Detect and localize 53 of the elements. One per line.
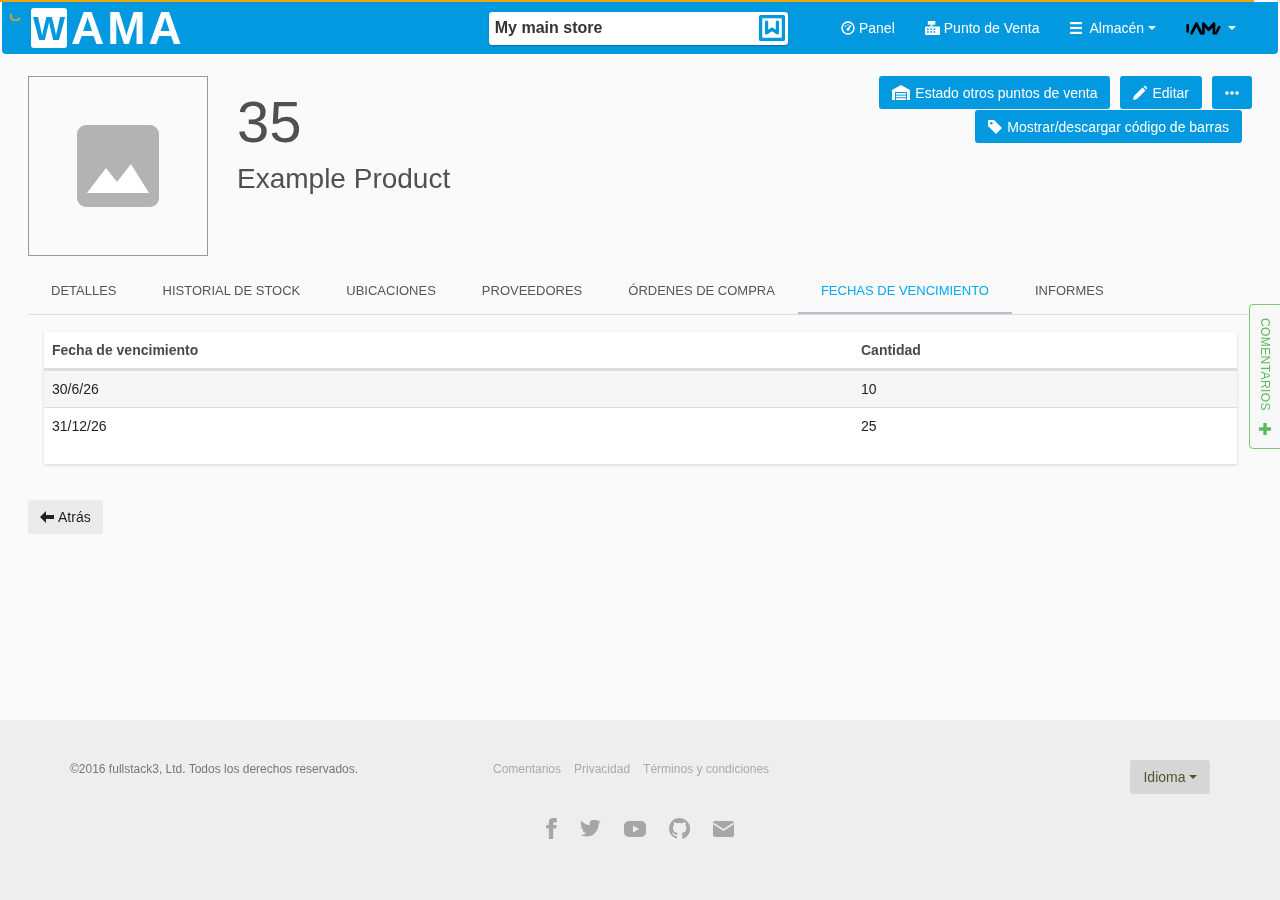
table-cell-text: 25	[860, 417, 878, 436]
nav-link[interactable]: Panel	[840, 20, 895, 36]
store-select[interactable]: My main store	[488, 11, 788, 45]
video-play-icon	[624, 820, 646, 837]
tab[interactable]: FECHAS DE VENCIMIENTO	[797, 270, 1012, 314]
pencil-icon	[1133, 85, 1148, 100]
language-button[interactable]: Idioma	[1130, 760, 1210, 794]
table-cell-text: 31/12/26	[51, 417, 108, 436]
feedback-tab[interactable]: COMENTARIOS	[1249, 304, 1280, 449]
plus-icon	[1259, 422, 1271, 435]
cash-register-icon	[924, 21, 940, 35]
table-header-cell-text: Fecha de vencimiento	[51, 341, 200, 360]
tab[interactable]: INFORMES	[1011, 270, 1127, 314]
logo-icon	[1184, 21, 1222, 35]
footer-link[interactable]: Términos y condiciones	[643, 762, 770, 776]
tab[interactable]: ÓRDENES DE COMPRA	[605, 270, 798, 314]
warehouse-icon	[892, 85, 911, 100]
tab[interactable]: UBICACIONES	[323, 270, 459, 314]
logo-icon	[758, 15, 785, 41]
menu-icon	[1069, 22, 1082, 34]
ellipsis-icon	[1225, 90, 1239, 95]
table-header-cell-text: Cantidad	[860, 341, 922, 360]
table-cell-text: 30/6/26	[51, 380, 100, 399]
github-icon	[669, 818, 690, 839]
edit-button[interactable]: Editar	[1120, 76, 1202, 109]
caret-icon	[1188, 775, 1197, 779]
barcode-button[interactable]: Mostrar/descargar código de barras	[975, 110, 1242, 143]
envelope-icon	[713, 820, 734, 837]
table-cell-text: 10	[860, 380, 878, 399]
back-button[interactable]: Atrás	[28, 500, 103, 534]
twitter-icon	[580, 820, 601, 837]
image-icon	[77, 125, 159, 207]
arrow-left-icon	[40, 511, 54, 523]
logo-text[interactable]: AMA	[71, 8, 185, 48]
caret-icon	[1228, 26, 1236, 30]
facebook-icon	[546, 818, 557, 839]
stock-status-button[interactable]: Estado otros puntos de venta	[879, 76, 1111, 109]
logo-badge[interactable]: W	[31, 8, 67, 48]
footer-link[interactable]: Privacidad	[574, 762, 631, 776]
product-name: Example Product	[237, 162, 451, 196]
tab[interactable]: DETALLES	[28, 270, 140, 314]
gauge-icon	[840, 21, 855, 35]
product-code: 35	[237, 90, 303, 154]
nav-dropdown[interactable]: Almacén	[1069, 20, 1156, 36]
spinner-icon	[10, 13, 21, 21]
account-menu[interactable]	[1184, 21, 1236, 35]
tag-icon	[988, 119, 1003, 134]
copyright-text: ©2016 fullstack3, Ltd. Todos los derechos reservados.	[70, 762, 360, 776]
footer-link[interactable]: Comentarios	[493, 762, 562, 776]
tab[interactable]: PROVEEDORES	[458, 270, 606, 314]
caret-icon	[1148, 26, 1156, 30]
nav-link[interactable]: Punto de Venta	[924, 20, 1040, 36]
tab[interactable]: HISTORIAL DE STOCK	[139, 270, 324, 314]
